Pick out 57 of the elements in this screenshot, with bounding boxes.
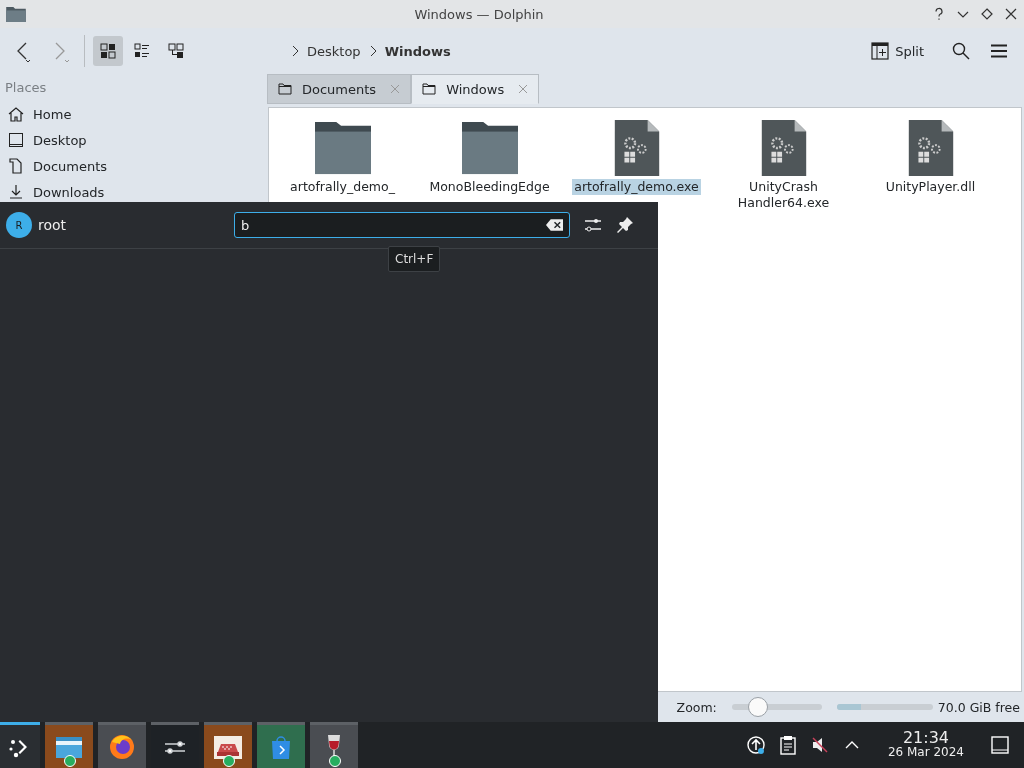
tab[interactable]: Windows: [411, 74, 540, 104]
launcher-task-button[interactable]: [0, 722, 40, 768]
folder-icon: [422, 83, 437, 95]
place-item[interactable]: Home: [5, 101, 267, 127]
browser-task-button[interactable]: [98, 722, 146, 768]
zoom-label: Zoom:: [676, 699, 717, 715]
clipboard-icon[interactable]: [777, 735, 798, 755]
file-name[interactable]: MonoBleedingEdge: [427, 179, 552, 195]
update-icon[interactable]: [745, 735, 766, 755]
close-icon[interactable]: [1004, 7, 1018, 21]
files-task-button[interactable]: [45, 722, 93, 768]
shortcut-tooltip: Ctrl+F: [388, 246, 441, 272]
file-name[interactable]: UnityCrash Handler64.exe: [719, 179, 848, 211]
clock-time[interactable]: 21:34: [902, 730, 949, 745]
chevron-icon: [291, 45, 299, 57]
place-item[interactable]: Desktop: [5, 127, 267, 153]
clock-date[interactable]: 26 Mar 2024: [887, 745, 964, 760]
downloads-icon: [8, 184, 24, 200]
chevron-icon: [368, 45, 377, 57]
file-name[interactable]: UnityPlayer.dll: [883, 179, 978, 195]
pin-icon[interactable]: [616, 216, 634, 234]
file-name[interactable]: artofrally_demo_: [288, 179, 397, 195]
split-view-icon: [871, 42, 890, 60]
show-desktop-icon[interactable]: [990, 735, 1010, 755]
folder-icon: [314, 120, 371, 176]
menu-icon[interactable]: [990, 42, 1008, 60]
tree-view-icon: [168, 43, 184, 59]
maximize-icon[interactable]: [980, 7, 994, 21]
file-name[interactable]: artofrally_demo.exe: [572, 179, 701, 195]
documents-icon: [8, 158, 24, 174]
folder-icon: [6, 6, 26, 22]
help-icon[interactable]: [932, 7, 946, 21]
app-task-button[interactable]: [204, 722, 252, 768]
details-view-icon: [134, 43, 150, 59]
user-name: root: [38, 217, 68, 233]
search-icon[interactable]: [952, 42, 970, 60]
user-avatar[interactable]: R: [6, 212, 32, 238]
filter-settings-icon[interactable]: [584, 216, 602, 234]
place-item[interactable]: Documents: [5, 153, 267, 179]
home-icon: [8, 106, 24, 122]
window-title: Windows — Dolphin: [413, 6, 545, 22]
search-field[interactable]: b: [234, 212, 570, 238]
place-item[interactable]: Downloads: [5, 179, 267, 205]
folder-icon: [278, 83, 292, 95]
breadcrumb-link[interactable]: Windows: [384, 43, 451, 59]
add-badge-icon: [329, 755, 341, 767]
desktop-icon: [8, 132, 24, 148]
tab[interactable]: Documents: [267, 74, 412, 104]
breadcrumb-link[interactable]: Desktop: [307, 43, 361, 59]
wine-task-button[interactable]: [310, 722, 358, 768]
icons-view-button[interactable]: [93, 36, 123, 66]
split-button[interactable]: Split: [865, 41, 930, 61]
free-space-text: 70.0 GiB free: [937, 699, 1020, 715]
icons-view-icon: [100, 43, 116, 59]
folder-icon: [461, 120, 518, 176]
clear-icon[interactable]: [546, 219, 563, 231]
places-heading: Places: [5, 80, 48, 95]
